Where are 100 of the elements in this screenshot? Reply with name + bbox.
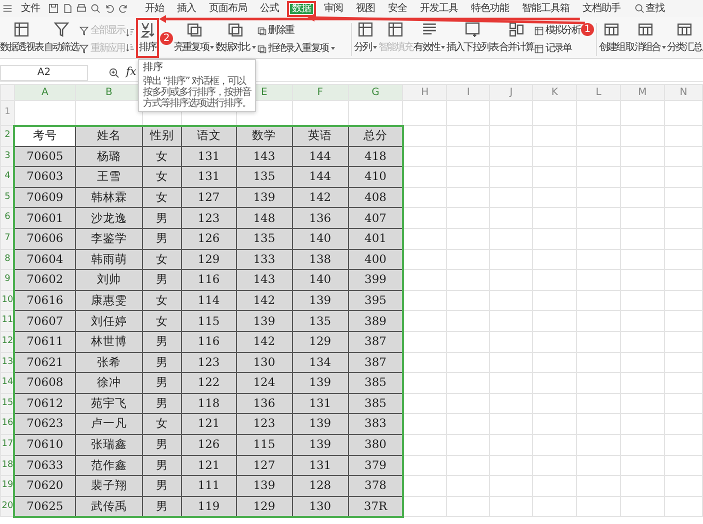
table-cell: 144 xyxy=(292,166,348,188)
table-cell: 139 xyxy=(236,310,292,332)
table-cell: 123 xyxy=(236,414,292,434)
table-cell: 389 xyxy=(348,310,403,332)
table-cell: 385 xyxy=(348,372,403,394)
table-cell: 男 xyxy=(142,228,182,250)
table-cell: 女 xyxy=(142,249,182,270)
table-cell: 70603 xyxy=(14,166,76,188)
table-cell: 148 xyxy=(236,208,292,228)
table-cell: 70621 xyxy=(14,352,76,373)
table-cell: 苑宇飞 xyxy=(75,393,142,414)
table-cell: 142 xyxy=(292,187,348,208)
table-cell: 144 xyxy=(292,146,348,167)
table-cell: 131 xyxy=(181,146,236,167)
table-cell: 135 xyxy=(236,228,292,250)
table-cell: 女 xyxy=(142,414,182,434)
table-cell: 129 xyxy=(181,249,236,270)
tooltip-title: 排序 xyxy=(142,62,164,74)
table-cell: 129 xyxy=(292,331,348,352)
table-cell: 401 xyxy=(348,228,403,250)
table-cell: 70601 xyxy=(14,208,76,228)
table-cell: 131 xyxy=(181,166,236,188)
table-cell: 131 xyxy=(292,393,348,414)
table-cell: 女 xyxy=(142,290,182,311)
table-cell: 70605 xyxy=(14,146,76,167)
table-cell: 126 xyxy=(181,434,236,455)
table-cell: 70612 xyxy=(14,393,76,414)
table-cell: 70606 xyxy=(14,228,76,250)
table-cell: 刘任婷 xyxy=(75,310,142,332)
table-cell: 王雪 xyxy=(75,166,142,188)
table-cell: 131 xyxy=(292,455,348,476)
table-cell: 407 xyxy=(348,208,403,228)
table-cell: 沙龙逸 xyxy=(75,208,142,228)
table-cell: 男 xyxy=(142,455,182,476)
table-cell: 379 xyxy=(348,455,403,476)
table-cell: 138 xyxy=(292,249,348,270)
table-cell: 卢一凡 xyxy=(75,414,142,434)
table-cell: 李鉴学 xyxy=(75,228,142,250)
table-cell: 380 xyxy=(348,434,403,455)
table-cell: 男 xyxy=(142,331,182,352)
table-cell: 410 xyxy=(348,166,403,188)
table-cell: 127 xyxy=(236,455,292,476)
table-cell: 70609 xyxy=(14,187,76,208)
table-cell: 130 xyxy=(236,352,292,373)
table-cell: 70602 xyxy=(14,270,76,290)
table-cell: 116 xyxy=(181,331,236,352)
table-cell: 男 xyxy=(142,476,182,496)
table-cell: 裴子翔 xyxy=(75,476,142,496)
table-cell: 70633 xyxy=(14,455,76,476)
table-cell: 70620 xyxy=(14,476,76,496)
table-cell: 韩雨萌 xyxy=(75,249,142,270)
table-cell: 康惠雯 xyxy=(75,290,142,311)
table-cell: 133 xyxy=(236,249,292,270)
table-cell: 男 xyxy=(142,372,182,394)
table-cell: 118 xyxy=(181,393,236,414)
table-cell: 70611 xyxy=(14,331,76,352)
table-cell: 70608 xyxy=(14,372,76,394)
table-cell: 418 xyxy=(348,146,403,167)
table-cell: 139 xyxy=(292,414,348,434)
table-cell: 400 xyxy=(348,249,403,270)
table-cell: 139 xyxy=(236,187,292,208)
table-cell: 114 xyxy=(181,290,236,311)
table-cell: 男 xyxy=(142,352,182,373)
table-cell: 121 xyxy=(181,414,236,434)
table-cell: 116 xyxy=(181,270,236,290)
table-cell: 399 xyxy=(348,270,403,290)
table-cell: 70604 xyxy=(14,249,76,270)
table-cell: 378 xyxy=(348,476,403,496)
table-cell: 张瑞鑫 xyxy=(75,434,142,455)
table-cell: 徐冲 xyxy=(75,372,142,394)
table-cell: 139 xyxy=(292,434,348,455)
table-cell: 122 xyxy=(181,372,236,394)
table-cell: 124 xyxy=(236,372,292,394)
table-cell: 男 xyxy=(142,434,182,455)
table-cell: 韩林霖 xyxy=(75,187,142,208)
table-cell: 女 xyxy=(142,146,182,167)
table-cell: 70616 xyxy=(14,290,76,311)
table-cell: 杨璐 xyxy=(75,146,142,167)
table-cell: 385 xyxy=(348,393,403,414)
table-cell: 123 xyxy=(181,352,236,373)
table-cell: 123 xyxy=(181,208,236,228)
table-cell: 134 xyxy=(292,352,348,373)
table-cell: 135 xyxy=(236,166,292,188)
table-cell: 女 xyxy=(142,187,182,208)
table-cell: 127 xyxy=(181,187,236,208)
table-cell: 387 xyxy=(348,352,403,373)
table-cell: 140 xyxy=(292,270,348,290)
table-cell: 395 xyxy=(348,290,403,311)
table-cell: 143 xyxy=(236,146,292,167)
table-cell: 111 xyxy=(181,476,236,496)
table-cell: 范作鑫 xyxy=(75,455,142,476)
table-cell: 70623 xyxy=(14,414,76,434)
table-cell: 139 xyxy=(236,476,292,496)
table-cell: 383 xyxy=(348,414,403,434)
table-cell: 男 xyxy=(142,270,182,290)
table-cell: 408 xyxy=(348,187,403,208)
table-cell: 男 xyxy=(142,393,182,414)
table-cell: 135 xyxy=(292,310,348,332)
table-cell: 70610 xyxy=(14,434,76,455)
table-cell: 121 xyxy=(181,455,236,476)
